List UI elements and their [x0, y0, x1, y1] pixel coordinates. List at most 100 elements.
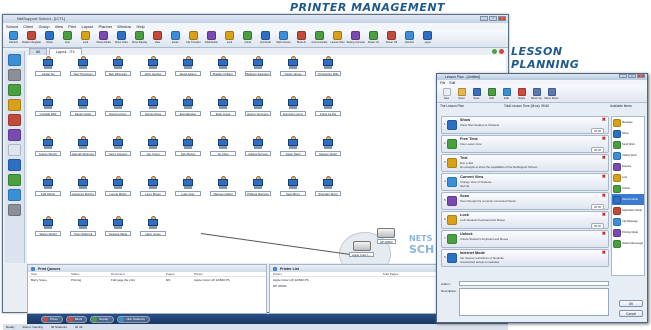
ribbon-button[interactable]: Lock — [221, 30, 238, 48]
ribbon-button[interactable]: Distribution — [203, 30, 220, 48]
ribbon-button[interactable]: Exam — [167, 30, 184, 48]
student-workstation[interactable]: Alexis Adams — [175, 56, 201, 76]
available-item[interactable]: Show — [612, 128, 644, 139]
student-workstation[interactable]: John Bosco — [175, 136, 201, 156]
sidebar-apps-icon[interactable] — [8, 99, 21, 111]
printer-device[interactable]: Apple Color L... — [349, 241, 375, 257]
available-item[interactable]: Unlock — [612, 183, 644, 194]
lesson-item[interactable]: 2 Free Time Free Lesson time 00:00 ✖ — [441, 135, 609, 153]
delete-icon[interactable]: ✖ — [602, 156, 606, 161]
lesson-item[interactable]: 1 Show Show Start desktop to Students 00:00… — [441, 116, 609, 134]
footer-button[interactable]: Click Students — [116, 315, 150, 323]
student-workstation[interactable]: Bradley Chiltern — [210, 56, 236, 76]
student-workstation[interactable]: Kelli Abbott — [35, 176, 61, 196]
student-workstation[interactable]: Sean Berry — [280, 176, 306, 196]
sidebar-web-icon[interactable] — [8, 84, 21, 96]
student-workstation[interactable]: Leroy Brown — [140, 176, 166, 196]
student-workstation[interactable]: Evelyn Summers — [245, 96, 271, 116]
lesson-toolbar-button[interactable]: Open — [455, 87, 468, 100]
zoom-out-icon[interactable] — [499, 49, 504, 54]
menu-item[interactable]: Planner — [98, 24, 112, 29]
sidebar-monitor-icon[interactable] — [8, 189, 21, 201]
delete-icon[interactable]: ✖ — [602, 251, 606, 256]
footer-button[interactable]: Block — [65, 315, 88, 323]
printer-device[interactable]: HP 2000C — [377, 228, 396, 244]
menu-item[interactable]: View — [55, 24, 64, 29]
sidebar-devices-icon[interactable] — [8, 159, 21, 171]
delete-icon[interactable]: ✖ — [602, 232, 606, 237]
student-workstation[interactable]: Juliana Sumson — [245, 136, 271, 156]
student-workstation[interactable]: Maureen Allard — [210, 176, 236, 196]
student-workstation[interactable]: David Lorimer — [105, 96, 131, 116]
tab-layout[interactable]: Layout - IT4 — [48, 48, 82, 55]
lesson-menu-item[interactable]: File — [440, 81, 445, 85]
student-workstation[interactable]: Carlos James — [280, 56, 306, 76]
ribbon-button[interactable]: Quiz/Audit — [257, 30, 274, 48]
lesson-item[interactable]: 6 Lock Lock Students Keyboard and Mouse 00:… — [441, 211, 609, 229]
student-workstation[interactable]: Sheridan Taylor — [315, 176, 341, 196]
ribbon-button[interactable]: Show Replay — [131, 30, 148, 48]
sidebar-keyboard-icon[interactable] — [8, 129, 21, 141]
student-workstation[interactable]: Vanessa Wade — [105, 216, 131, 236]
zoom-in-icon[interactable] — [492, 49, 497, 54]
student-workstation[interactable]: Lorena Martin — [105, 176, 131, 196]
ribbon-button[interactable]: Show Video — [113, 30, 130, 48]
ribbon-button[interactable]: Block All — [293, 30, 310, 48]
lesson-toolbar-button[interactable]: Delete — [515, 87, 528, 100]
sidebar-printer-icon[interactable] — [8, 144, 21, 156]
student-workstation[interactable]: Tracy Wolicroft — [70, 216, 96, 236]
ribbon-button[interactable]: Testing Console — [346, 30, 365, 48]
footer-button[interactable]: Photo — [41, 315, 63, 323]
available-item[interactable]: Collect Work — [612, 150, 644, 161]
student-workstation[interactable]: Karen Nash — [280, 136, 306, 156]
menu-item[interactable]: Window — [117, 24, 131, 29]
author-field[interactable] — [459, 281, 609, 286]
student-workstation[interactable]: Kareem Abdul — [315, 136, 341, 156]
student-workstation[interactable]: Stacey Wright — [35, 216, 61, 236]
ribbon-button[interactable]: Power On — [365, 30, 382, 48]
lesson-toolbar-button[interactable]: Edit — [500, 87, 513, 100]
lesson-item[interactable]: 3 Test Run a Test Do example to show the ca… — [441, 154, 609, 172]
student-workstation[interactable]: Harry Jones — [140, 216, 166, 236]
student-workstation[interactable]: Bethany Saunders — [245, 56, 271, 76]
lesson-item[interactable]: 8 Internet Mode Set Internet restrictions … — [441, 249, 609, 267]
available-item[interactable]: Execute — [612, 161, 644, 172]
delete-icon[interactable]: ✖ — [602, 175, 606, 180]
student-workstation[interactable]: Christopher Mills — [315, 56, 341, 76]
ribbon-button[interactable]: Logout — [419, 30, 436, 48]
lesson-toolbar-button[interactable]: Save — [470, 87, 483, 100]
table-row[interactable]: Barry Stone Printing Full page the print 8/… — [28, 277, 266, 283]
student-workstation[interactable]: Eva Marsden — [175, 96, 201, 116]
sidebar-students-icon[interactable] — [8, 54, 21, 66]
student-workstation[interactable]: Daniel Carter — [70, 96, 96, 116]
available-item[interactable]: Clip Message — [612, 216, 644, 227]
sidebar-security-icon[interactable] — [8, 174, 21, 186]
lesson-item[interactable]: 4 Current View Change View of Students Norm… — [441, 173, 609, 191]
student-workstation[interactable]: Tara Thompson — [70, 56, 96, 76]
ribbon-button[interactable]: Show Media — [95, 30, 112, 48]
student-workstation[interactable]: Abby Hughes — [140, 56, 166, 76]
sidebar-print-icon[interactable] — [8, 69, 21, 81]
ribbon-button[interactable]: Scan — [59, 30, 76, 48]
student-workstation[interactable]: Jie Chen — [210, 136, 236, 156]
ribbon-button[interactable]: Restrict — [401, 30, 418, 48]
menu-item[interactable]: Client — [23, 24, 33, 29]
student-workstation[interactable]: Jordan Ng — [35, 56, 61, 76]
ribbon-button[interactable]: Show — [41, 30, 58, 48]
ribbon-button[interactable]: Lock — [77, 30, 94, 48]
student-workstation[interactable]: Hannah Wigmore — [70, 136, 96, 156]
lesson-toolbar-button[interactable]: Move Up — [530, 87, 543, 100]
minimize-button[interactable]: _ — [480, 16, 488, 21]
student-workstation[interactable]: Luke Gray — [175, 176, 201, 196]
available-item[interactable]: Lock — [612, 172, 644, 183]
delete-icon[interactable]: ✖ — [602, 137, 606, 142]
ribbon-button[interactable]: Lesson Plan — [329, 30, 346, 48]
menu-item[interactable]: Layout — [81, 24, 93, 29]
lesson-item[interactable]: 5 Scan Scan through the currently connecte… — [441, 192, 609, 210]
sidebar-settings-icon[interactable] — [8, 204, 21, 216]
student-workstation[interactable]: Francois Lorenz — [280, 96, 306, 116]
ok-button[interactable]: OK — [619, 300, 643, 307]
cancel-button[interactable]: Cancel — [619, 310, 643, 317]
student-workstation[interactable]: Frank La Roi — [315, 96, 341, 116]
student-workstation[interactable]: Joe Young — [140, 136, 166, 156]
